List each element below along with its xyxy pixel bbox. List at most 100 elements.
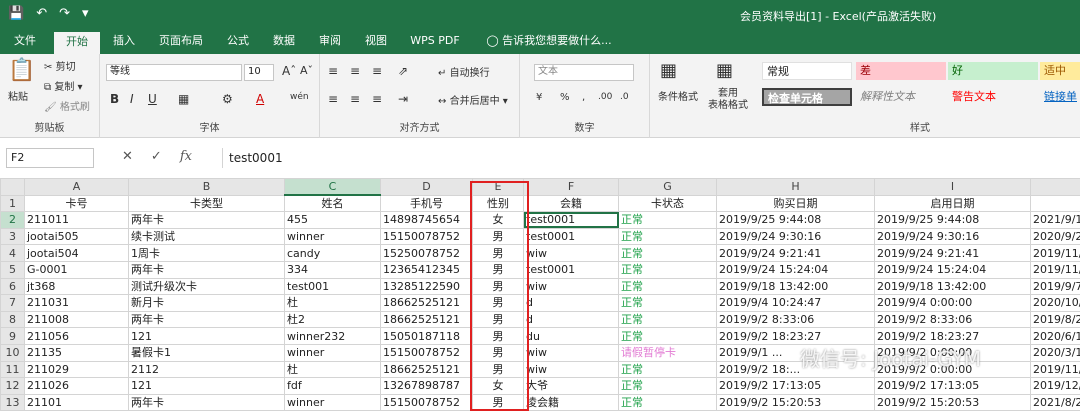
grid-cell[interactable]: 2019/9/4 10:24:47 <box>716 294 875 312</box>
grid-cell[interactable]: 2019/9/4 0:00:00 <box>874 294 1031 312</box>
grid-cell[interactable]: jootai504 <box>24 244 129 262</box>
grid-cell[interactable]: 21101 <box>24 393 129 411</box>
grid-cell[interactable]: 正常 <box>618 360 717 379</box>
tab-page-layout[interactable]: 页面布局 <box>152 30 210 54</box>
column-header[interactable] <box>1030 178 1080 196</box>
grid-cell[interactable]: 男 <box>472 310 524 329</box>
grid-cell[interactable]: 2021/8/2 <box>1030 393 1080 411</box>
grid-cell[interactable]: candy <box>284 244 381 262</box>
align-middle-icon[interactable]: ≡ <box>350 64 360 78</box>
indent-icon[interactable]: ⇥ <box>398 92 408 106</box>
grid-cell[interactable]: fdf <box>284 377 381 395</box>
grid-cell[interactable]: 两年卡 <box>128 211 285 229</box>
format-painter-button[interactable]: 🖌 格式刷 <box>44 98 90 113</box>
grid-cell[interactable]: 13267898787 <box>380 377 473 395</box>
grid-cell[interactable]: 2020/10/ <box>1030 294 1080 312</box>
grid-cell[interactable]: 2019/9/24 9:21:41 <box>716 244 875 262</box>
row-header[interactable]: 10 <box>0 343 25 362</box>
grid-cell[interactable]: 测试升级次卡 <box>128 277 285 296</box>
grid-cell[interactable]: 121 <box>128 327 285 345</box>
grid-cell[interactable]: wiw <box>523 244 619 262</box>
grid-cell[interactable]: 正常 <box>618 277 717 296</box>
row-header[interactable]: 2 <box>0 211 25 229</box>
row-header[interactable]: 5 <box>0 260 25 279</box>
style-check-cell[interactable]: 检查单元格 <box>762 88 852 106</box>
grid-cell[interactable]: 121 <box>128 377 285 395</box>
grid-cell[interactable]: du <box>523 327 619 345</box>
italic-icon[interactable]: I <box>130 92 134 106</box>
grid-cell[interactable]: 2019/9/25 9:44:08 <box>874 211 1031 229</box>
tab-review[interactable]: 审阅 <box>310 30 350 54</box>
grid-cell[interactable]: 211008 <box>24 310 129 329</box>
redo-icon[interactable]: ↷ <box>59 6 70 21</box>
copy-button[interactable]: ⧉ 复制 ▾ <box>44 78 83 93</box>
wrap-text-button[interactable]: ↵ 自动换行 <box>438 64 490 79</box>
grid-cell[interactable]: 2019/9/2 17:13:05 <box>874 377 1031 395</box>
shrink-font-icon[interactable]: Aˇ <box>300 64 313 77</box>
grid-cell[interactable]: 正常 <box>618 393 717 411</box>
grid-cell[interactable]: jootai505 <box>24 227 129 246</box>
tab-home[interactable]: 开始 <box>54 30 100 54</box>
currency-icon[interactable]: ¥ <box>536 92 542 103</box>
grid-cell[interactable]: 凌会籍 <box>523 393 619 411</box>
grid-cell[interactable]: 杜 <box>284 360 381 379</box>
grid-cell[interactable]: 2019/8/2 <box>1030 310 1080 329</box>
grid-cell[interactable]: 杜2 <box>284 310 381 329</box>
column-header[interactable]: A <box>24 178 129 196</box>
grid-cell[interactable]: 2019/9/2 18:23:27 <box>716 327 875 345</box>
grid-cell[interactable]: winner232 <box>284 327 381 345</box>
row-header[interactable]: 7 <box>0 294 25 312</box>
phonetic-icon[interactable]: wén <box>290 92 309 102</box>
grid-cell[interactable]: 2019/9/18 13:42:00 <box>874 277 1031 296</box>
grid-cell[interactable]: wiw <box>523 277 619 296</box>
grid-cell[interactable]: 启用日期 <box>874 194 1031 213</box>
column-header[interactable]: B <box>128 178 285 196</box>
column-header[interactable]: C <box>284 178 381 197</box>
grid-cell[interactable]: 18662525121 <box>380 310 473 329</box>
grid-cell[interactable]: 2019/9/24 9:30:16 <box>716 227 875 246</box>
row-header[interactable]: 13 <box>0 393 25 411</box>
grid-cell[interactable]: jt368 <box>24 277 129 296</box>
grid-cell[interactable]: 2019/9/24 15:24:04 <box>874 260 1031 279</box>
grid-cell[interactable]: 2019/11/ <box>1030 260 1080 279</box>
row-header[interactable]: 3 <box>0 227 25 246</box>
grid-cell[interactable]: 2020/3/1 <box>1030 343 1080 362</box>
grid-cell[interactable]: 卡号 <box>24 194 129 213</box>
style-good[interactable]: 好 <box>948 62 1038 80</box>
grid-cell[interactable]: 手机号 <box>380 194 473 213</box>
grid-cell[interactable]: 杜 <box>284 294 381 312</box>
row-header[interactable]: 6 <box>0 277 25 296</box>
grid-cell[interactable]: 男 <box>472 327 524 345</box>
grid-cell[interactable]: 2019/11/ <box>1030 360 1080 379</box>
grid-cell[interactable]: 2019/9/24 9:30:16 <box>874 227 1031 246</box>
conditional-format-button[interactable]: 条件格式 <box>658 88 698 103</box>
grid-cell[interactable]: 正常 <box>618 327 717 345</box>
row-header[interactable]: 9 <box>0 327 25 345</box>
grid-cell[interactable]: winner <box>284 343 381 362</box>
grid-cell[interactable]: 15150078752 <box>380 227 473 246</box>
grid-cell[interactable]: 2019/9/2 15:20:53 <box>716 393 875 411</box>
grid-cell[interactable]: 正常 <box>618 310 717 329</box>
grid-cell[interactable]: d <box>523 310 619 329</box>
name-box[interactable]: F2 <box>6 148 94 168</box>
grid-cell[interactable]: 姓名 <box>284 194 381 213</box>
grid-cell[interactable]: 购买日期 <box>716 194 875 213</box>
grid-cell[interactable]: 15150078752 <box>380 393 473 411</box>
grid-cell[interactable]: 2019/9/2 0:00:00 <box>874 343 1031 362</box>
align-right-icon[interactable]: ≡ <box>372 92 382 106</box>
style-explanatory[interactable]: 解释性文本 <box>856 88 946 106</box>
tab-insert[interactable]: 插入 <box>104 30 144 54</box>
grid-cell[interactable]: 续卡测试 <box>128 227 285 246</box>
grid-cell[interactable]: 女 <box>472 211 524 229</box>
format-table-icon[interactable]: ▦ <box>716 60 733 81</box>
column-header[interactable]: H <box>716 178 875 196</box>
grid-cell[interactable]: 正常 <box>618 244 717 262</box>
fill-color-icon[interactable]: ⚙ <box>222 92 233 106</box>
grid-cell[interactable]: 两年卡 <box>128 393 285 411</box>
grid-cell[interactable]: 卡状态 <box>618 194 717 213</box>
align-center-icon[interactable]: ≡ <box>350 92 360 106</box>
grid-cell[interactable]: 男 <box>472 244 524 262</box>
grid-cell[interactable]: 2019/9/2 15:20:53 <box>874 393 1031 411</box>
grid-cell[interactable]: 455 <box>284 211 381 229</box>
grid-cell[interactable]: 女 <box>472 377 524 395</box>
